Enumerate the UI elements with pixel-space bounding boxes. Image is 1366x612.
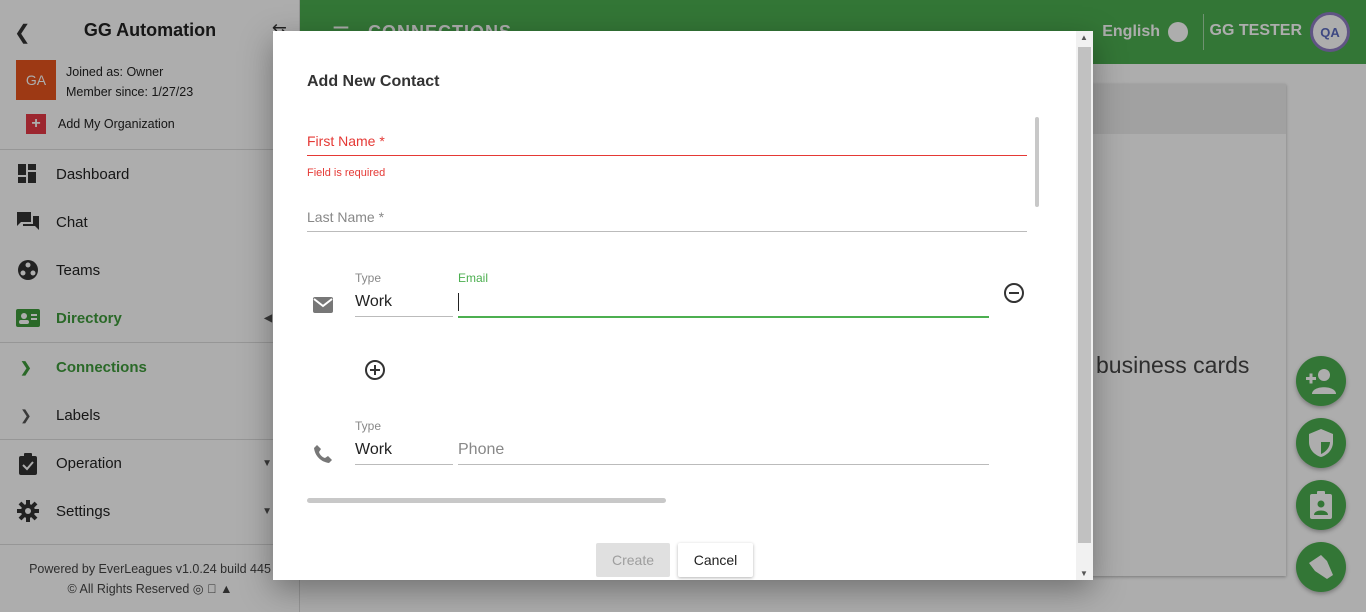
email-input[interactable]: Email	[458, 271, 989, 318]
email-type-underline	[355, 316, 453, 317]
cancel-button[interactable]: Cancel	[678, 543, 753, 577]
first-name-error: Field is required	[307, 167, 386, 179]
phone-icon	[314, 445, 332, 468]
last-name-field[interactable]: Last Name *	[307, 209, 1027, 233]
dialog-title: Add New Contact	[307, 73, 440, 90]
email-type-select[interactable]: Type Work	[355, 271, 453, 317]
plus-circle-icon	[370, 365, 380, 375]
email-underline	[458, 316, 989, 318]
create-button[interactable]: Create	[596, 543, 670, 577]
email-label: Email	[458, 271, 489, 285]
add-email-button[interactable]	[365, 360, 385, 380]
add-contact-dialog: Add New Contact First Name * Field is re…	[273, 31, 1093, 580]
text-cursor	[458, 293, 459, 311]
first-name-field[interactable]: First Name * Field is required	[307, 133, 1027, 179]
scrollbar-thumb[interactable]	[1078, 47, 1091, 543]
phone-type-select[interactable]: Type Work	[355, 419, 453, 465]
scroll-down-icon[interactable]: ▼	[1080, 569, 1088, 578]
phone-type-underline	[355, 464, 453, 465]
horizontal-scrollbar[interactable]	[307, 498, 666, 503]
last-name-underline	[307, 231, 1027, 232]
email-type-label: Type	[355, 271, 382, 285]
dialog-scrollbar[interactable]: ▲ ▼	[1076, 31, 1093, 580]
phone-type-value: Work	[355, 441, 393, 458]
minus-circle-icon	[1009, 292, 1019, 294]
scroll-up-icon[interactable]: ▲	[1080, 33, 1088, 42]
inner-scrollbar[interactable]	[1035, 117, 1039, 207]
remove-email-button[interactable]	[1004, 283, 1024, 303]
email-type-value: Work	[355, 293, 393, 310]
first-name-label: First Name *	[307, 133, 385, 149]
phone-input[interactable]: Phone	[458, 419, 989, 465]
phone-placeholder: Phone	[458, 441, 505, 458]
email-envelope-icon	[313, 297, 333, 318]
last-name-label: Last Name *	[307, 209, 385, 225]
phone-type-label: Type	[355, 419, 382, 433]
first-name-underline	[307, 155, 1027, 156]
phone-underline	[458, 464, 989, 465]
